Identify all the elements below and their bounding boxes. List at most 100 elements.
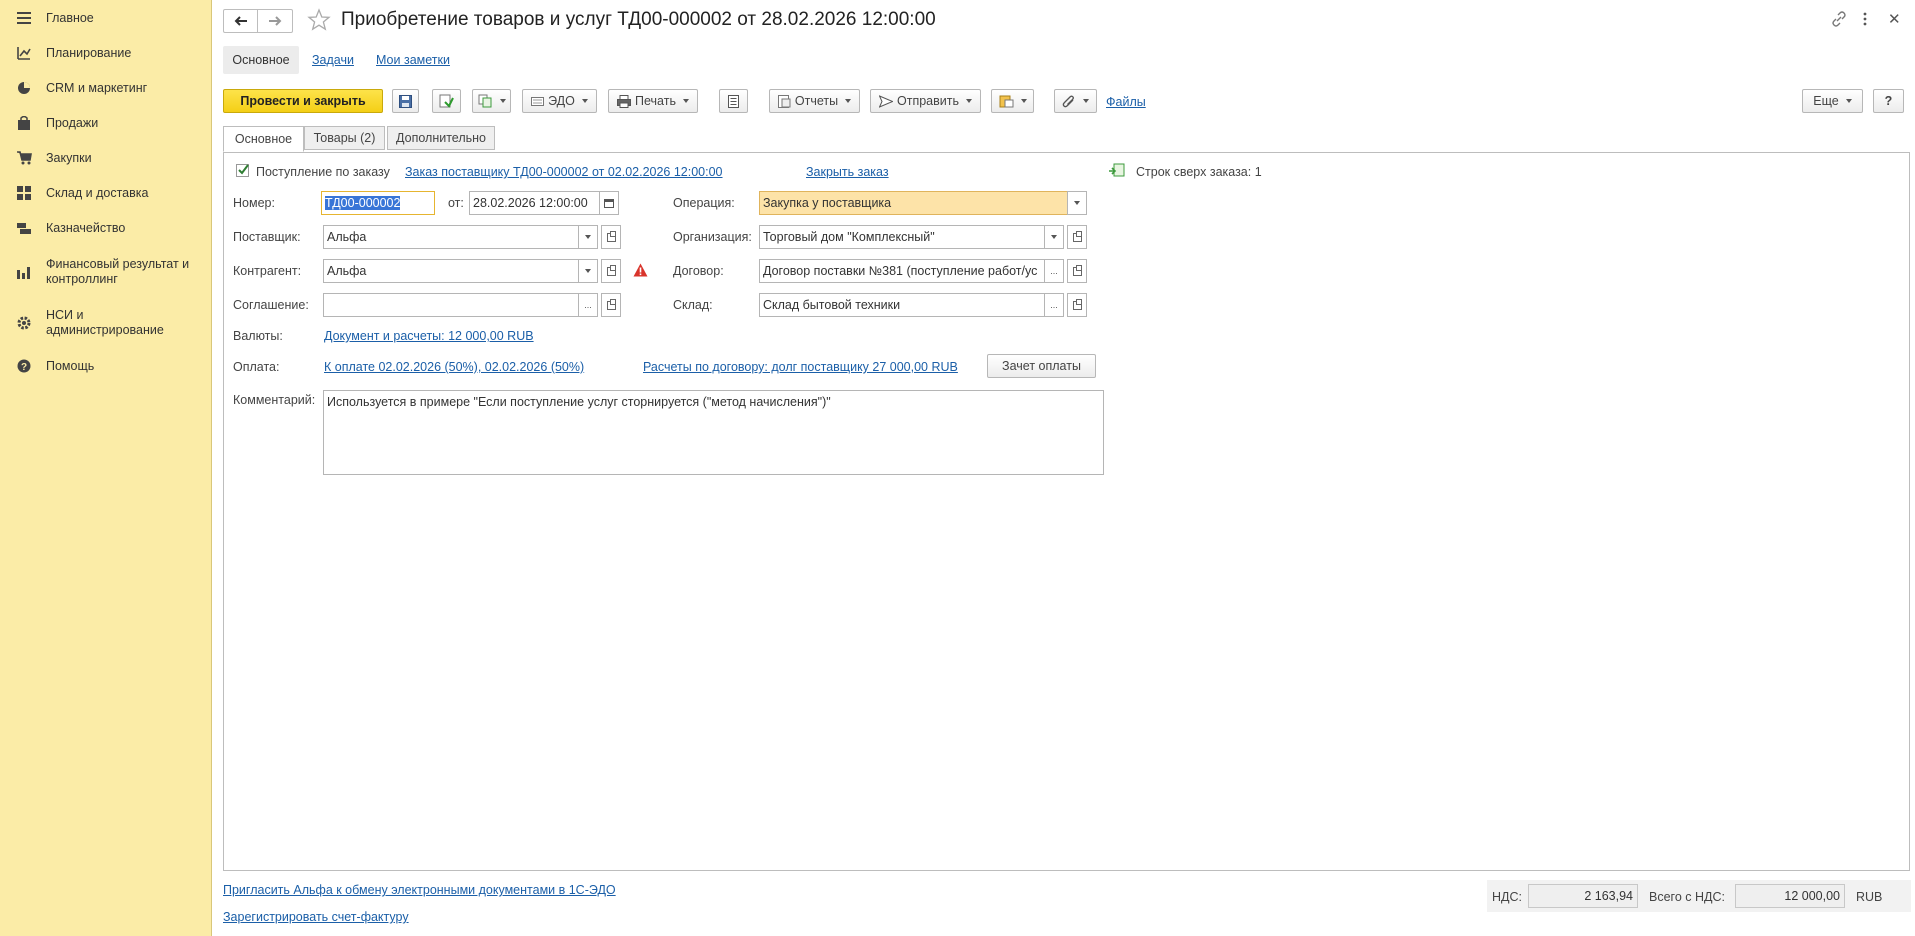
sidebar-item-financial-result[interactable]: Финансовый результат и контроллинг xyxy=(0,256,211,288)
sidebar-item-main[interactable]: Главное xyxy=(0,10,211,26)
supplier-dropdown-button[interactable] xyxy=(578,225,598,249)
organization-input[interactable]: Торговый дом "Комплексный" xyxy=(759,225,1045,249)
open-icon xyxy=(1072,264,1082,276)
close-order-link[interactable]: Закрыть заказ xyxy=(806,165,889,179)
by-order-checkbox[interactable] xyxy=(236,164,249,177)
sidebar-item-sales[interactable]: Продажи xyxy=(0,115,211,131)
open-icon xyxy=(1072,298,1082,310)
tab-main[interactable]: Основное xyxy=(223,126,304,152)
chevron-down-icon xyxy=(965,99,972,103)
chevron-down-icon xyxy=(682,99,689,103)
register-invoice-link[interactable]: Зарегистрировать счет-фактуру xyxy=(223,910,409,924)
invite-edo-link[interactable]: Пригласить Альфа к обмену электронными д… xyxy=(223,883,616,897)
sidebar-item-help[interactable]: ? Помощь xyxy=(0,358,211,374)
menu-icon xyxy=(16,10,32,26)
print-button[interactable]: Печать xyxy=(608,89,698,113)
more-menu-button[interactable] xyxy=(1862,11,1868,30)
sidebar-item-label: Помощь xyxy=(46,358,95,373)
edo-button[interactable]: ЭДО xyxy=(522,89,597,113)
warehouse-open-button[interactable] xyxy=(1067,293,1087,317)
contract-select-button[interactable]: ... xyxy=(1044,259,1064,283)
chevron-down-icon xyxy=(585,235,591,239)
vat-label: НДС: xyxy=(1492,890,1522,904)
calendar-button[interactable] xyxy=(599,191,619,215)
agreement-open-button[interactable] xyxy=(601,293,621,317)
send-button[interactable]: Отправить xyxy=(870,89,981,113)
operation-select[interactable]: Закупка у поставщика xyxy=(759,191,1068,215)
nav-tab-tasks[interactable]: Задачи xyxy=(312,53,354,67)
structure-button[interactable] xyxy=(719,89,748,113)
chevron-down-icon xyxy=(1074,201,1080,205)
calendar-icon xyxy=(604,199,614,208)
nav-tab-main[interactable]: Основное xyxy=(223,46,299,74)
sidebar-item-label: Финансовый результат и контроллинг xyxy=(46,257,190,286)
vat-value: 2 163,94 xyxy=(1528,884,1638,908)
post-and-close-button[interactable]: Провести и закрыть xyxy=(223,89,383,113)
tab-goods[interactable]: Товары (2) xyxy=(304,126,385,150)
help-button[interactable]: ? xyxy=(1873,89,1904,113)
sidebar-item-crm[interactable]: CRM и маркетинг xyxy=(0,80,211,96)
post-button[interactable] xyxy=(432,89,461,113)
offset-payment-button[interactable]: Зачет оплаты xyxy=(987,354,1096,378)
agreement-label: Соглашение: xyxy=(233,298,309,312)
date-label: от: xyxy=(448,196,464,210)
contract-open-button[interactable] xyxy=(1067,259,1087,283)
agreement-input[interactable] xyxy=(323,293,579,317)
attachments-button[interactable] xyxy=(991,89,1034,113)
sidebar-item-admin[interactable]: НСИ и администрирование xyxy=(0,307,211,339)
currency-label: Валюты: xyxy=(233,329,283,343)
warehouse-input[interactable]: Склад бытовой техники xyxy=(759,293,1045,317)
order-link[interactable]: Заказ поставщику ТД00-000002 от 02.02.20… xyxy=(405,165,723,179)
sidebar-item-purchases[interactable]: Закупки xyxy=(0,150,211,166)
number-input[interactable]: ТД00-000002 xyxy=(321,191,435,215)
comment-textarea[interactable]: Используется в примере "Если поступление… xyxy=(323,390,1104,475)
supplier-label: Поставщик: xyxy=(233,230,301,244)
bag-icon xyxy=(16,115,32,131)
counterparty-input[interactable]: Альфа xyxy=(323,259,579,283)
nav-tab-notes[interactable]: Мои заметки xyxy=(376,53,450,67)
total-value: 12 000,00 xyxy=(1735,884,1845,908)
save-button[interactable] xyxy=(392,89,419,113)
create-based-on-icon xyxy=(478,94,491,108)
more-button[interactable]: Еще xyxy=(1802,89,1863,113)
back-button[interactable] xyxy=(223,9,259,33)
create-based-on-button[interactable] xyxy=(472,89,511,113)
date-input[interactable]: 28.02.2026 12:00:00 xyxy=(469,191,600,215)
currency-link[interactable]: Документ и расчеты: 12 000,00 RUB xyxy=(324,329,534,343)
supplier-input[interactable]: Альфа xyxy=(323,225,579,249)
counterparty-dropdown-button[interactable] xyxy=(578,259,598,283)
star-icon xyxy=(307,8,331,31)
operation-dropdown-button[interactable] xyxy=(1067,191,1087,215)
close-icon: ✕ xyxy=(1888,11,1901,28)
supplier-open-button[interactable] xyxy=(601,225,621,249)
sidebar-item-label: Закупки xyxy=(46,150,92,165)
sidebar-item-planning[interactable]: Планирование xyxy=(0,45,211,61)
ellipsis-icon: ... xyxy=(584,300,592,310)
warehouse-select-button[interactable]: ... xyxy=(1044,293,1064,317)
contract-input[interactable]: Договор поставки №381 (поступление работ… xyxy=(759,259,1045,283)
files-link[interactable]: Файлы xyxy=(1106,95,1146,109)
sidebar-item-treasury[interactable]: Казначейство xyxy=(0,220,211,236)
warning-icon[interactable] xyxy=(633,263,648,280)
ellipsis-icon: ... xyxy=(1050,266,1058,276)
payment-link[interactable]: К оплате 02.02.2026 (50%), 02.02.2026 (5… xyxy=(324,360,584,374)
favorite-star-button[interactable] xyxy=(307,8,331,35)
treasury-icon xyxy=(16,220,32,236)
send-icon xyxy=(879,94,893,108)
attach-file-button[interactable] xyxy=(1054,89,1097,113)
close-button[interactable]: ✕ xyxy=(1888,10,1901,28)
organization-dropdown-button[interactable] xyxy=(1044,225,1064,249)
sidebar-item-warehouse[interactable]: Склад и доставка xyxy=(0,185,211,201)
settlements-link[interactable]: Расчеты по договору: долг поставщику 27 … xyxy=(643,360,958,374)
agreement-select-button[interactable]: ... xyxy=(578,293,598,317)
organization-open-button[interactable] xyxy=(1067,225,1087,249)
counterparty-open-button[interactable] xyxy=(601,259,621,283)
reports-button[interactable]: Отчеты xyxy=(769,89,860,113)
paperclip-icon xyxy=(1062,95,1074,107)
operation-label: Операция: xyxy=(673,196,735,210)
tab-additional[interactable]: Дополнительно xyxy=(387,126,495,150)
link-button[interactable] xyxy=(1831,11,1847,30)
forward-button[interactable] xyxy=(257,9,293,33)
chevron-down-icon xyxy=(1020,99,1027,103)
comment-label: Комментарий: xyxy=(233,393,316,407)
